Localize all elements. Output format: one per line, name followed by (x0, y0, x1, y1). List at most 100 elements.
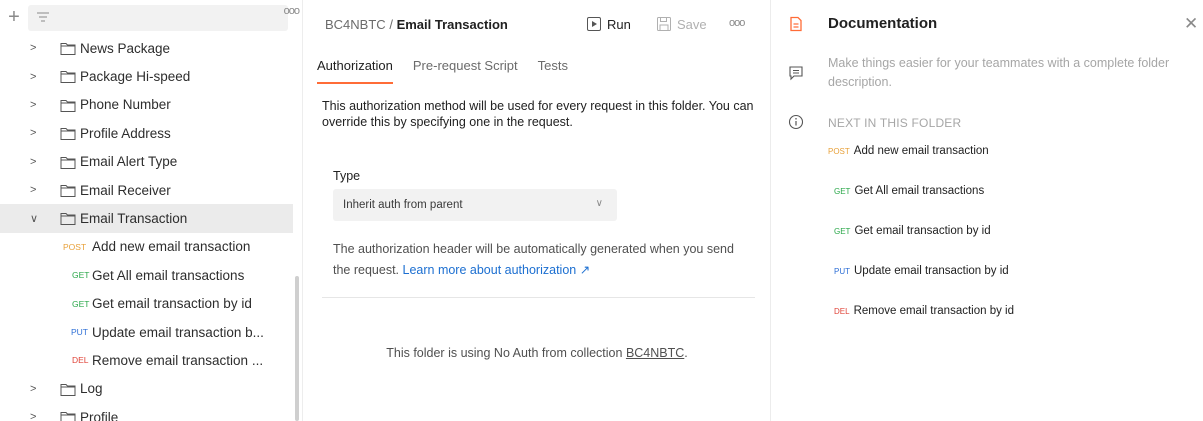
auth-type-select[interactable]: Inherit auth from parent ∨ (333, 189, 617, 221)
doc-request-item[interactable]: GET Get All email transactions (834, 185, 984, 201)
doc-request-item[interactable]: DEL Remove email transaction by id (834, 305, 1014, 321)
doc-request-label: Get All email transactions (854, 185, 985, 197)
method-badge-del: DEL (834, 307, 850, 316)
tab-authorization[interactable]: Authorization (317, 58, 393, 84)
auth-note: The authorization header will be automat… (333, 239, 753, 281)
save-label: Save (677, 16, 707, 32)
request-row[interactable]: DEL Remove email transaction ... (0, 346, 293, 374)
request-row[interactable]: PUT Update email transaction b... (0, 318, 293, 346)
request-label: Add new email transaction (92, 239, 251, 255)
auth-type-value: Inherit auth from parent (343, 199, 463, 211)
folder-label: Package Hi-speed (80, 69, 191, 85)
request-row[interactable]: POST Add new email transaction (0, 233, 293, 261)
method-badge-put: PUT (71, 327, 88, 338)
documentation-title: Documentation (828, 15, 938, 32)
method-badge-post: POST (63, 241, 87, 252)
folder-row[interactable]: > Package Hi-speed (0, 62, 293, 90)
filter-icon[interactable] (36, 11, 50, 25)
plus-icon[interactable]: + (5, 7, 23, 27)
breadcrumb-folder: Email Transaction (396, 17, 508, 32)
folder-icon (60, 213, 76, 226)
request-row[interactable]: GET Get All email transactions (0, 261, 293, 289)
folder-panel: BC4NBTC / Email Transaction Run Save ooo… (304, 0, 770, 421)
collection-tree: > News Package > Package Hi-speed > Phon… (0, 34, 293, 421)
folder-icon (60, 71, 76, 84)
chevron-down-icon[interactable]: ∨ (30, 212, 40, 225)
folder-icon (60, 184, 76, 197)
documentation-panel: Documentation ✕ Make things easier for y… (828, 0, 1203, 421)
divider (322, 297, 755, 298)
request-label: Get All email transactions (92, 267, 245, 283)
request-label: Update email transaction b... (92, 324, 264, 340)
folder-label: Profile Address (80, 125, 171, 141)
doc-request-label: Get email transaction by id (854, 225, 991, 237)
folder-label: Email Alert Type (80, 154, 178, 170)
chevron-down-icon: ∨ (595, 198, 603, 209)
method-badge-get: GET (834, 227, 851, 236)
folder-row[interactable]: > Email Alert Type (0, 148, 293, 176)
folder-row-selected[interactable]: ∨ Email Transaction (0, 204, 293, 233)
chevron-right-icon[interactable]: > (30, 71, 40, 83)
request-row[interactable]: GET Get email transaction by id (0, 290, 293, 318)
chevron-right-icon[interactable]: > (30, 156, 40, 168)
method-badge-get: GET (72, 270, 90, 281)
documentation-description[interactable]: Make things easier for your teammates wi… (828, 54, 1188, 92)
sidebar-toolbar: + ooo (0, 0, 302, 36)
doc-request-item[interactable]: POST Add new email transaction (828, 145, 989, 161)
folder-label: News Package (80, 40, 171, 56)
method-badge-del: DEL (72, 355, 89, 366)
run-button[interactable]: Run (587, 15, 631, 33)
folder-label: Email Transaction (80, 211, 188, 227)
breadcrumb-collection[interactable]: BC4NBTC (325, 17, 386, 32)
panel-header: BC4NBTC / Email Transaction Run Save ooo (304, 0, 770, 48)
folder-label: Profile (80, 409, 119, 421)
learn-more-link[interactable]: Learn more about authorization ↗ (403, 263, 591, 277)
folder-row[interactable]: > News Package (0, 34, 293, 62)
doc-request-label: Remove email transaction by id (853, 305, 1014, 317)
doc-request-item[interactable]: GET Get email transaction by id (834, 225, 991, 241)
folder-row[interactable]: > Log (0, 375, 293, 403)
chevron-right-icon[interactable]: > (30, 99, 40, 111)
no-auth-prefix: This folder is using No Auth from collec… (386, 346, 623, 360)
breadcrumb: BC4NBTC / Email Transaction (325, 17, 508, 32)
method-badge-put: PUT (834, 267, 850, 276)
folder-label: Log (80, 381, 103, 397)
run-label: Run (607, 16, 631, 32)
sidebar-scrollbar[interactable] (295, 276, 299, 421)
sidebar: + ooo > News Package > Package Hi-speed … (0, 0, 303, 421)
no-auth-suffix: . (684, 346, 688, 360)
auth-description: This authorization method will be used f… (322, 99, 754, 129)
comments-icon[interactable] (788, 65, 804, 81)
folder-row[interactable]: > Phone Number (0, 91, 293, 119)
chevron-right-icon[interactable]: > (30, 127, 40, 139)
request-label: Get email transaction by id (92, 296, 252, 312)
chevron-right-icon[interactable]: > (30, 383, 40, 395)
close-icon[interactable]: ✕ (1184, 14, 1198, 34)
folder-row[interactable]: > Profile Address (0, 119, 293, 147)
collection-link[interactable]: BC4NBTC (626, 346, 684, 360)
folder-label: Phone Number (80, 97, 171, 113)
chevron-right-icon[interactable]: > (30, 184, 40, 196)
tab-tests[interactable]: Tests (538, 58, 568, 80)
more-options-icon[interactable]: ooo (284, 5, 300, 17)
chevron-right-icon[interactable]: > (30, 42, 40, 54)
tab-bar: Authorization Pre-request Script Tests (317, 58, 588, 84)
request-label: Remove email transaction ... (92, 352, 264, 368)
info-icon[interactable] (788, 114, 804, 130)
no-auth-message: This folder is using No Auth from collec… (304, 346, 770, 360)
more-options-icon[interactable]: ooo (729, 17, 745, 29)
method-badge-get: GET (72, 298, 90, 309)
save-button[interactable]: Save (657, 15, 707, 33)
documentation-icon[interactable] (788, 16, 804, 32)
folder-row[interactable]: > Profile (0, 403, 293, 421)
chevron-right-icon[interactable]: > (30, 411, 40, 421)
folder-icon (60, 128, 76, 141)
folder-row[interactable]: > Email Receiver (0, 176, 293, 204)
save-icon (657, 17, 671, 31)
folder-icon (60, 43, 76, 55)
folder-icon (60, 99, 76, 112)
doc-request-item[interactable]: PUT Update email transaction by id (834, 265, 1009, 281)
tab-pre-request-script[interactable]: Pre-request Script (413, 58, 518, 80)
play-icon (587, 17, 601, 31)
search-input[interactable] (28, 5, 288, 31)
